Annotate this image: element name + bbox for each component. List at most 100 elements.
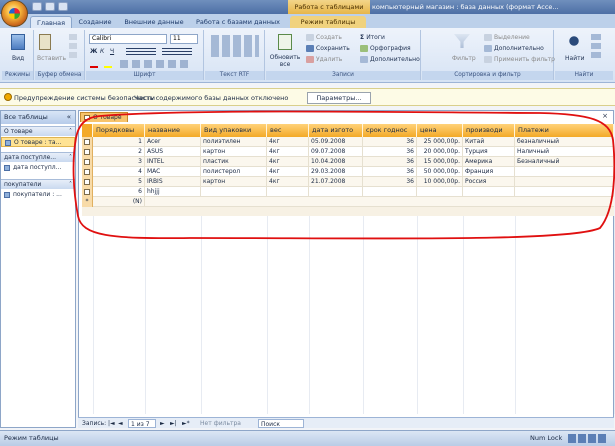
delete-record-button[interactable]: Удалить bbox=[306, 55, 342, 64]
table-cell[interactable]: 25 000,00р. bbox=[417, 137, 463, 147]
table-cell[interactable]: 36 bbox=[363, 157, 417, 167]
binoculars-icon[interactable] bbox=[567, 34, 581, 48]
filter-status[interactable]: Нет фильтра bbox=[200, 418, 241, 429]
column-header[interactable]: дата изгото bbox=[309, 124, 363, 137]
bold-button[interactable]: Ж bbox=[90, 47, 97, 56]
next-record-icon[interactable]: ► bbox=[160, 418, 165, 429]
tab-create[interactable]: Создание bbox=[74, 16, 116, 28]
row-selector[interactable] bbox=[82, 167, 93, 177]
save-icon[interactable] bbox=[32, 2, 42, 11]
table-cell[interactable]: 09.07.2008 bbox=[309, 147, 363, 157]
tab-datasheet[interactable]: Режим таблицы bbox=[290, 16, 366, 28]
list-icon[interactable] bbox=[162, 48, 192, 55]
nav-item-customers-table[interactable]: покупатели : ... bbox=[1, 190, 75, 200]
refresh-all-button[interactable]: Обновить все bbox=[268, 54, 302, 68]
table-cell[interactable]: 3 bbox=[93, 157, 145, 167]
table-cell[interactable]: безналичный bbox=[515, 137, 614, 147]
nav-item-arrival-date-table[interactable]: дата поступл... bbox=[1, 163, 75, 173]
gridlines-icon[interactable] bbox=[120, 60, 192, 68]
format-painter-icon[interactable] bbox=[69, 52, 77, 58]
table-cell[interactable]: 4кг bbox=[267, 137, 309, 147]
font-size-select[interactable]: 11 bbox=[170, 34, 198, 44]
table-cell[interactable]: картон bbox=[201, 147, 267, 157]
table-cell[interactable]: 4кг bbox=[267, 167, 309, 177]
refresh-icon[interactable] bbox=[278, 34, 292, 50]
nav-group-customers[interactable]: покупатели ˄ bbox=[1, 179, 75, 189]
new-record-row[interactable]: * (N) bbox=[82, 197, 614, 207]
table-row[interactable]: 6 hhjjj bbox=[82, 187, 614, 197]
column-header[interactable]: Платежи bbox=[515, 124, 614, 137]
nav-pane-header[interactable]: Все таблицы « bbox=[1, 111, 75, 124]
table-cell[interactable] bbox=[363, 187, 417, 197]
paste-button[interactable]: Вставить bbox=[37, 54, 66, 63]
table-row[interactable]: 1 Acer полиэтилен 4кг 05.09.2008 36 25 000,00р… bbox=[82, 137, 614, 147]
italic-button[interactable]: К bbox=[100, 47, 104, 56]
table-cell[interactable]: 2 bbox=[93, 147, 145, 157]
table-cell[interactable]: 4кг bbox=[267, 177, 309, 187]
row-selector[interactable] bbox=[82, 147, 93, 157]
table-row[interactable]: 2 ASUS картон 4кг 09.07.2008 36 20 000,00р. Тур… bbox=[82, 147, 614, 157]
view-button[interactable]: Вид bbox=[12, 54, 24, 63]
table-cell[interactable]: Китай bbox=[463, 137, 515, 147]
toggle-filter-button[interactable]: Применить фильтр bbox=[484, 55, 555, 64]
table-cell[interactable]: 36 bbox=[363, 177, 417, 187]
select-all-corner[interactable] bbox=[82, 124, 93, 137]
office-button[interactable] bbox=[1, 0, 28, 27]
search-field[interactable]: Поиск bbox=[258, 419, 304, 428]
view-switcher-icons[interactable] bbox=[568, 434, 608, 443]
tab-database-tools[interactable]: Работа с базами данных bbox=[192, 16, 284, 28]
table-cell[interactable]: Турция bbox=[463, 147, 515, 157]
table-cell[interactable]: 05.09.2008 bbox=[309, 137, 363, 147]
table-cell[interactable]: ASUS bbox=[145, 147, 201, 157]
font-color-icon[interactable] bbox=[90, 60, 98, 68]
table-row[interactable]: 4 MAC полистерол 4кг 29.03.2008 36 50 000,00р.… bbox=[82, 167, 614, 177]
table-cell[interactable]: hhjjj bbox=[145, 187, 201, 197]
save-record-button[interactable]: Сохранить bbox=[306, 44, 350, 53]
column-header[interactable]: производи bbox=[463, 124, 515, 137]
table-cell[interactable] bbox=[201, 187, 267, 197]
align-icon[interactable] bbox=[126, 48, 156, 55]
new-record-button[interactable]: Создать bbox=[306, 33, 342, 42]
nav-group-arrival-date[interactable]: дата поступле... ˄ bbox=[1, 152, 75, 162]
options-button[interactable]: Параметры... bbox=[307, 92, 371, 104]
find-small-icons[interactable] bbox=[591, 34, 601, 58]
table-cell[interactable]: 29.03.2008 bbox=[309, 167, 363, 177]
row-checkbox[interactable] bbox=[84, 139, 90, 145]
row-checkbox[interactable] bbox=[84, 169, 90, 175]
new-row-selector[interactable]: * bbox=[82, 197, 93, 207]
font-name-select[interactable]: Calibri bbox=[89, 34, 167, 44]
table-cell[interactable] bbox=[515, 187, 614, 197]
table-cell[interactable]: 50 000,00р. bbox=[417, 167, 463, 177]
selection-button[interactable]: Выделение bbox=[484, 33, 530, 42]
table-cell[interactable] bbox=[515, 167, 614, 177]
view-icon[interactable] bbox=[11, 34, 25, 50]
table-cell[interactable]: 10 000,00р. bbox=[417, 177, 463, 187]
table-cell[interactable]: Америка bbox=[463, 157, 515, 167]
row-checkbox[interactable] bbox=[84, 189, 90, 195]
column-header[interactable]: название bbox=[145, 124, 201, 137]
last-record-icon[interactable]: ►| bbox=[170, 418, 177, 429]
table-cell[interactable] bbox=[515, 177, 614, 187]
table-cell[interactable]: картон bbox=[201, 177, 267, 187]
column-header[interactable]: срок годнос bbox=[363, 124, 417, 137]
current-record-field[interactable]: 1 из 7 bbox=[128, 419, 156, 428]
table-cell[interactable] bbox=[417, 187, 463, 197]
more-records-button[interactable]: Дополнительно bbox=[360, 55, 420, 64]
filter-icon[interactable] bbox=[454, 34, 470, 48]
column-header[interactable]: Вид упаковки bbox=[201, 124, 267, 137]
table-cell[interactable]: IRBIS bbox=[145, 177, 201, 187]
table-cell[interactable]: 6 bbox=[93, 187, 145, 197]
rich-text-icons[interactable] bbox=[211, 35, 259, 57]
table-cell[interactable]: 5 bbox=[93, 177, 145, 187]
table-cell[interactable]: 10.04.2008 bbox=[309, 157, 363, 167]
row-selector[interactable] bbox=[82, 187, 93, 197]
underline-button[interactable]: Ч bbox=[110, 47, 114, 56]
table-cell[interactable] bbox=[309, 187, 363, 197]
table-cell[interactable]: 1 bbox=[93, 137, 145, 147]
paste-icon[interactable] bbox=[39, 34, 51, 50]
cut-icon[interactable] bbox=[69, 34, 77, 40]
tab-home[interactable]: Главная bbox=[30, 16, 72, 28]
row-checkbox[interactable] bbox=[84, 159, 90, 165]
first-record-icon[interactable]: |◄ bbox=[108, 418, 115, 429]
filter-button[interactable]: Фильтр bbox=[452, 54, 476, 63]
